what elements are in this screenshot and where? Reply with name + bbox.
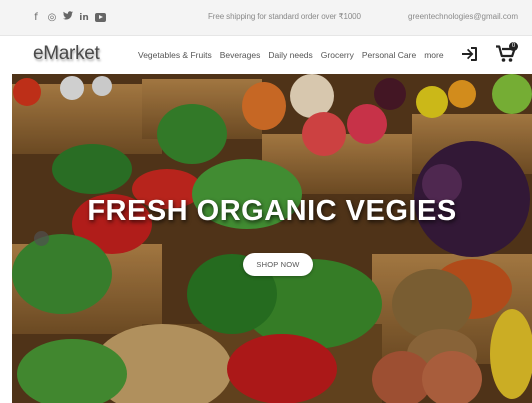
nav-links: Vegetables & Fruits Beverages Daily need… <box>138 50 444 60</box>
twitter-icon[interactable] <box>63 11 73 24</box>
main-navbar: eMarket Vegetables & Fruits Beverages Da… <box>0 36 532 74</box>
nav-link-grocery[interactable]: Grocerry <box>321 50 354 60</box>
instagram-icon[interactable]: ◎ <box>47 12 57 24</box>
hero-banner: FRESH ORGANIC VEGIES SHOP NOW <box>12 74 532 403</box>
vegetable-market-image <box>12 74 532 403</box>
cart-count-badge: 0 <box>509 42 518 51</box>
cart-button[interactable]: 0 <box>496 42 518 63</box>
facebook-icon[interactable]: f <box>31 12 41 24</box>
hero-title: FRESH ORGANIC VEGIES <box>87 195 457 227</box>
nav-link-vegetables-fruits[interactable]: Vegetables & Fruits <box>138 50 212 60</box>
shipping-notice: Free shipping for standard order over ₹1… <box>208 12 361 21</box>
carousel-prev-button[interactable] <box>34 231 49 246</box>
nav-icons: 0 <box>460 42 518 63</box>
nav-link-more[interactable]: more <box>424 50 443 60</box>
sign-in-icon[interactable] <box>460 46 478 62</box>
linkedin-icon[interactable]: in <box>79 12 89 24</box>
contact-email[interactable]: greentechnologies@gmail.com <box>408 12 518 21</box>
social-links: f ◎ in <box>31 11 106 24</box>
nav-link-personal-care[interactable]: Personal Care <box>362 50 416 60</box>
youtube-icon[interactable] <box>95 13 106 22</box>
top-bar: f ◎ in Free shipping for standard order … <box>0 0 532 36</box>
shop-now-button[interactable]: SHOP NOW <box>243 253 313 276</box>
site-logo[interactable]: eMarket <box>33 43 100 65</box>
nav-link-beverages[interactable]: Beverages <box>220 50 261 60</box>
nav-link-daily-needs[interactable]: Daily needs <box>268 50 312 60</box>
